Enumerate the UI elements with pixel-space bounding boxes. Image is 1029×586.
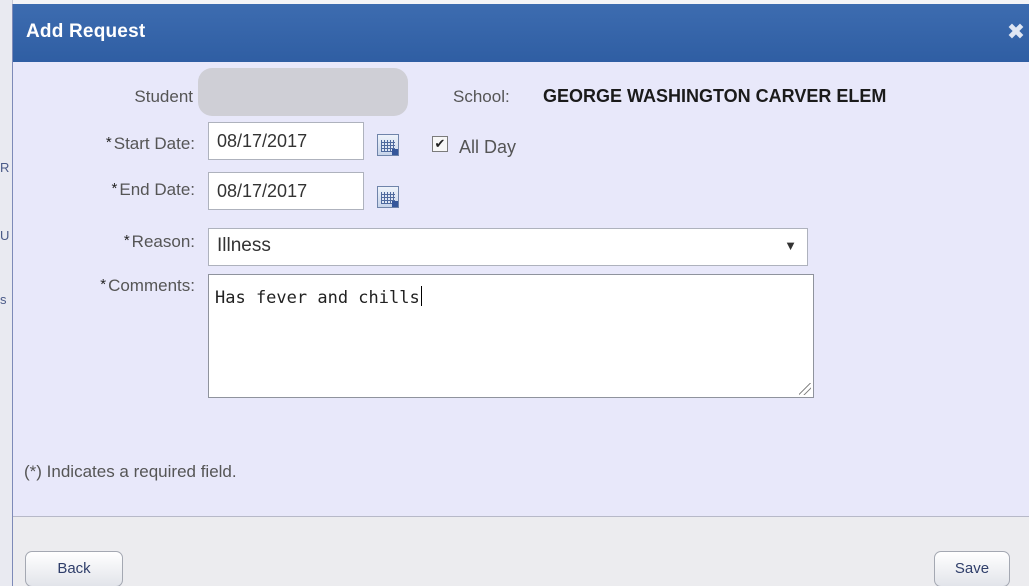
end-date-label: * End Date: — [111, 180, 195, 199]
comments-label: * Comments: — [100, 276, 195, 295]
reason-label: * Reason: — [123, 232, 195, 251]
reason-selected-value: Illness — [217, 235, 271, 256]
comments-text: Has fever and chills — [215, 288, 420, 308]
all-day-label: All Day — [459, 137, 517, 157]
dropdown-arrow-icon: ▼ — [784, 238, 797, 253]
back-button[interactable]: Back — [25, 551, 123, 586]
required-mark: * — [100, 276, 107, 293]
school-label: School: — [453, 87, 510, 106]
close-icon[interactable]: ✖ — [1006, 21, 1026, 43]
required-mark: * — [111, 180, 118, 197]
comments-textarea[interactable]: Has fever and chills — [208, 274, 814, 398]
school-name: GEORGE WASHINGTON CARVER ELEM — [543, 86, 887, 106]
required-field-note: (*) Indicates a required field. — [24, 462, 237, 481]
text-caret — [420, 286, 422, 306]
background-marker: R — [0, 160, 10, 175]
calendar-icon[interactable] — [377, 186, 399, 208]
dialog-titlebar: Add Request ✖ — [13, 4, 1029, 62]
resize-handle-icon[interactable] — [799, 383, 811, 395]
student-name-redacted — [198, 68, 408, 116]
add-request-dialog: Add Request ✖ Student School: GEORGE WAS… — [12, 4, 1029, 586]
end-date-input[interactable] — [208, 172, 364, 210]
required-mark: * — [105, 134, 112, 151]
dialog-title: Add Request — [26, 21, 146, 42]
student-label: Student — [134, 87, 193, 106]
background-marker: U — [0, 228, 10, 243]
background-marker: s — [0, 292, 7, 307]
dialog-footer: Back Save — [13, 516, 1029, 586]
save-button[interactable]: Save — [934, 551, 1010, 586]
required-mark: * — [123, 232, 130, 249]
all-day-checkbox[interactable]: ✔ — [432, 136, 448, 152]
calendar-icon[interactable] — [377, 134, 399, 156]
start-date-input[interactable] — [208, 122, 364, 160]
reason-select[interactable]: Illness ▼ — [208, 228, 808, 266]
start-date-label: * Start Date: — [105, 134, 195, 153]
